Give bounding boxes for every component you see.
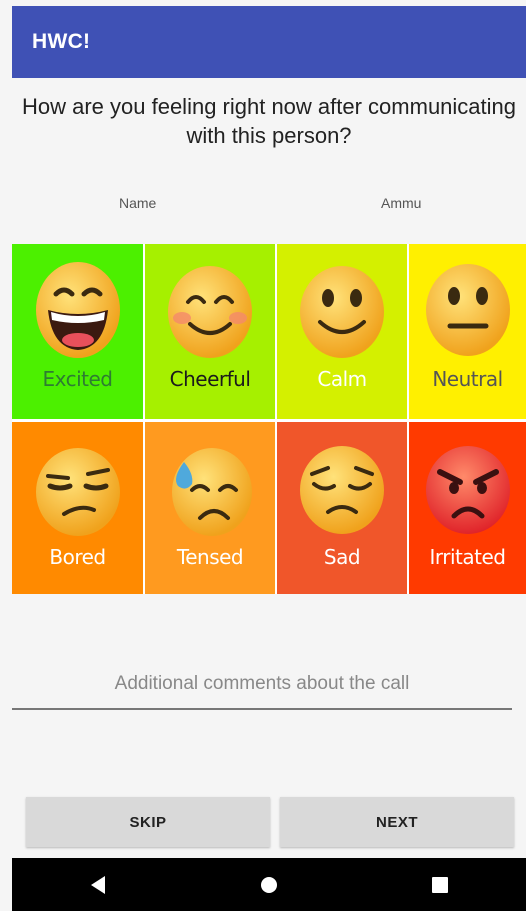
recents-icon	[432, 876, 449, 893]
emotion-irritated[interactable]: Irritated	[409, 422, 526, 594]
next-button[interactable]: NEXT	[280, 797, 514, 847]
emotion-tensed[interactable]: Tensed	[145, 422, 275, 594]
emotion-label: Tensed	[176, 545, 244, 569]
back-icon	[90, 875, 105, 894]
unamused-face-icon	[35, 448, 120, 536]
emotion-grid: Excited Cheerful Calm Neutral Bored Tens…	[12, 244, 526, 594]
slightly-smiling-face-icon	[300, 266, 384, 358]
app-title: HWC!	[32, 30, 91, 53]
name-label: Name	[119, 195, 157, 211]
app-bar: HWC!	[12, 6, 526, 78]
emotion-label: Sad	[323, 545, 361, 569]
emotion-label: Excited	[42, 367, 113, 391]
angry-face-icon	[425, 446, 510, 534]
emotion-excited[interactable]: Excited	[12, 244, 143, 419]
comments-input[interactable]	[12, 660, 512, 710]
nav-home-button[interactable]	[244, 858, 294, 911]
neutral-face-icon	[425, 264, 510, 356]
skip-button[interactable]: SKIP	[26, 797, 270, 847]
emotion-neutral[interactable]: Neutral	[409, 244, 526, 419]
grinning-face-icon	[35, 262, 120, 358]
emotion-bored[interactable]: Bored	[12, 422, 143, 594]
emotion-label: Irritated	[429, 545, 507, 569]
system-nav-bar	[12, 858, 526, 911]
pensive-face-icon	[300, 446, 384, 534]
contact-name: Ammu	[381, 195, 422, 211]
nav-back-button[interactable]	[73, 858, 123, 911]
emotion-sad[interactable]: Sad	[277, 422, 407, 594]
feeling-question: How are you feeling right now after comm…	[21, 94, 517, 148]
home-icon	[260, 876, 277, 893]
emotion-label: Neutral	[432, 367, 503, 391]
emotion-label: Cheerful	[169, 367, 251, 391]
emotion-calm[interactable]: Calm	[277, 244, 407, 419]
comments-field-wrapper	[12, 660, 512, 712]
nav-recents-button[interactable]	[415, 858, 465, 911]
smiling-face-icon	[168, 266, 252, 358]
emotion-label: Bored	[49, 545, 106, 569]
emotion-label: Calm	[317, 367, 367, 391]
sweat-face-icon	[172, 448, 252, 536]
emotion-cheerful[interactable]: Cheerful	[145, 244, 275, 419]
